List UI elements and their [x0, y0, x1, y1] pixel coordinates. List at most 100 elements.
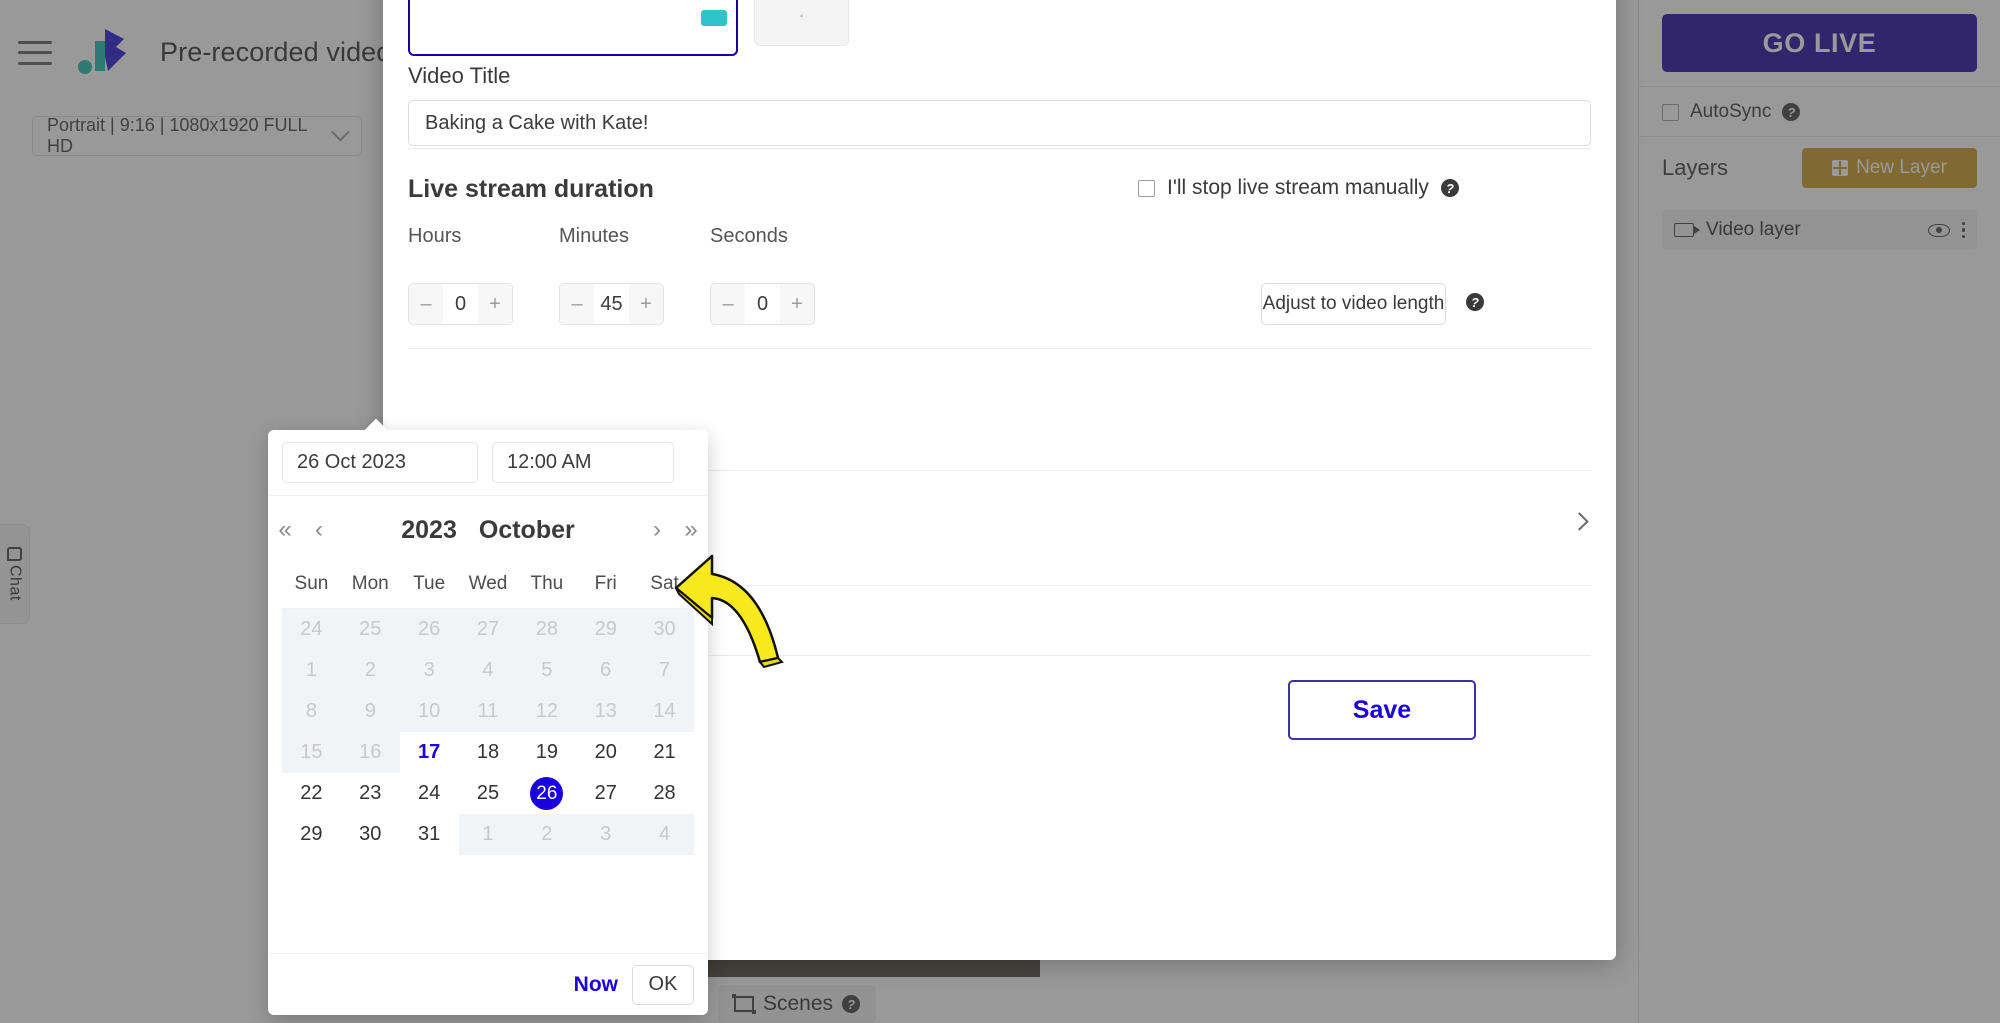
calendar-day-cell: 1	[458, 814, 518, 855]
app-root: Pre-recorded video o Portrait | 9:16 | 1…	[0, 0, 2000, 1023]
calendar-day-pill: 11	[458, 691, 518, 732]
calendar-day-cell[interactable]: 20	[576, 732, 635, 773]
calendar-day-cell: 14	[635, 691, 694, 732]
calendar-day-cell[interactable]: 21	[635, 732, 694, 773]
calendar-day-cell: 13	[576, 691, 636, 732]
stop-manually-checkbox[interactable]	[1138, 179, 1155, 197]
seconds-increment-button[interactable]: +	[780, 284, 814, 324]
calendar-year[interactable]: 2023	[401, 516, 457, 545]
calendar-day-pill: 5	[517, 650, 577, 691]
date-input[interactable]: 26 Oct 2023	[282, 442, 478, 483]
calendar-day-cell: 8	[282, 691, 341, 732]
calendar-day-pill: 9	[340, 691, 400, 732]
calendar-week-row: 24 25 26 27 28 29 30	[282, 609, 694, 650]
question-mark-icon[interactable]: ?	[1440, 179, 1459, 197]
calendar-day-cell: 15	[282, 732, 341, 773]
calendar-day-pill: 26	[399, 609, 459, 650]
time-input[interactable]: 12:00 AM	[492, 442, 674, 483]
question-mark-icon[interactable]: ?	[1466, 293, 1484, 311]
calendar-day-pill: 10	[399, 691, 459, 732]
weekday-header: Thu	[530, 573, 564, 594]
divider	[408, 148, 1591, 149]
weekday-header: Tue	[413, 573, 446, 594]
save-button[interactable]: Save	[1288, 680, 1476, 740]
date-picker-footer: Now OK	[268, 953, 708, 1015]
calendar-day-pill: 12	[517, 691, 577, 732]
calendar-day-pill: 25	[340, 609, 400, 650]
calendar-day-cell[interactable]: 29	[282, 814, 341, 855]
next-month-button[interactable]: ›	[640, 516, 674, 544]
calendar-day-cell: 10	[399, 691, 459, 732]
calendar-day-cell[interactable]: 23	[341, 773, 400, 814]
calendar-day-cell: 9	[340, 691, 400, 732]
calendar-day-cell: 27	[458, 609, 518, 650]
calendar-day-cell: 5	[517, 650, 577, 691]
seconds-decrement-button[interactable]: –	[711, 284, 745, 324]
calendar-day-cell[interactable]: 30	[341, 814, 400, 855]
calendar-day-pill: 25	[476, 782, 500, 804]
calendar-week-row: 29 30 31 1 2 3 4	[282, 814, 694, 855]
now-button[interactable]: Now	[574, 973, 618, 997]
video-title-input[interactable]: Baking a Cake with Kate!	[408, 100, 1591, 146]
ok-button[interactable]: OK	[632, 964, 694, 1005]
calendar-day-cell: 12	[517, 691, 577, 732]
seconds-stepper[interactable]: – 0 +	[710, 283, 815, 325]
calendar-day-pill: 21	[653, 741, 676, 763]
minutes-increment-button[interactable]: +	[629, 284, 663, 324]
calendar-day-pill: 16	[340, 732, 400, 773]
calendar-week-row: 15 16 17 18 19 20 21	[282, 732, 694, 773]
calendar-day-cell[interactable]: 27	[576, 773, 635, 814]
calendar-day-selected: 26	[530, 777, 564, 810]
calendar-day-cell: 30	[635, 609, 694, 650]
calendar-day-pill: 4	[458, 650, 518, 691]
stop-manually-row[interactable]: I'll stop live stream manually ?	[1138, 176, 1459, 200]
calendar-day-cell: 25	[340, 609, 400, 650]
calendar-day-cell: 29	[576, 609, 636, 650]
calendar-day-cell[interactable]: 25	[459, 773, 518, 814]
chevron-right-icon[interactable]	[1570, 512, 1589, 531]
calendar-day-cell[interactable]: 22	[282, 773, 341, 814]
calendar-day-cell[interactable]: 31	[400, 814, 459, 855]
calendar-day-cell: 6	[576, 650, 636, 691]
hours-decrement-button[interactable]: –	[409, 284, 443, 324]
calendar-week-row: 8 9 10 11 12 13 14	[282, 691, 694, 732]
calendar-day-cell: 7	[635, 650, 694, 691]
calendar-day-pill: 28	[653, 782, 676, 804]
hours-increment-button[interactable]: +	[478, 284, 512, 324]
hours-stepper[interactable]: – 0 +	[408, 283, 513, 325]
calendar-day-pill: 8	[282, 691, 341, 732]
hours-value: 0	[454, 292, 467, 315]
calendar-day-pill: 20	[594, 741, 617, 763]
platform-card-instagram[interactable]	[408, 0, 738, 56]
calendar-day-pill: 17	[418, 741, 441, 763]
prev-month-button[interactable]: ‹	[302, 516, 336, 544]
duration-section-title: Live stream duration	[408, 175, 654, 203]
minutes-stepper[interactable]: – 45 +	[559, 283, 664, 325]
calendar-day-cell: 16	[340, 732, 400, 773]
calendar-day-cell[interactable]: 18	[459, 732, 518, 773]
next-year-button[interactable]: »	[674, 516, 708, 544]
calendar-day-cell: 24	[282, 609, 341, 650]
minutes-decrement-button[interactable]: –	[560, 284, 594, 324]
platform-card-add[interactable]: ·	[754, 0, 849, 46]
calendar-day-pill: 31	[418, 823, 441, 845]
calendar-day-cell[interactable]: 26	[517, 773, 576, 814]
prev-year-button[interactable]: «	[268, 516, 302, 544]
calendar-day-pill: 24	[282, 609, 341, 650]
calendar-day-cell: 26	[399, 609, 459, 650]
calendar-day-cell[interactable]: 24	[400, 773, 459, 814]
calendar-day-pill: 15	[282, 732, 341, 773]
calendar-day-cell[interactable]: 17	[400, 732, 459, 773]
calendar-grid: 24 25 26 27 28 29 30 1 2 3 4 5 6 7 8 9 10 11 12 13 14 15 16 17 1…	[268, 609, 708, 855]
stop-manually-label: I'll stop live stream manually	[1167, 176, 1429, 199]
calendar-day-cell[interactable]: 19	[517, 732, 576, 773]
calendar-day-cell: 4	[458, 650, 518, 691]
calendar-day-pill: 2	[340, 650, 400, 691]
calendar-day-pill: 29	[576, 609, 636, 650]
calendar-day-pill: 4	[635, 814, 694, 855]
calendar-day-cell: 4	[635, 814, 694, 855]
calendar-month[interactable]: October	[479, 516, 575, 545]
calendar-day-cell[interactable]: 28	[635, 773, 694, 814]
platform-selector: ·	[408, 0, 849, 56]
adjust-to-video-length-button[interactable]: Adjust to video length	[1261, 283, 1446, 325]
